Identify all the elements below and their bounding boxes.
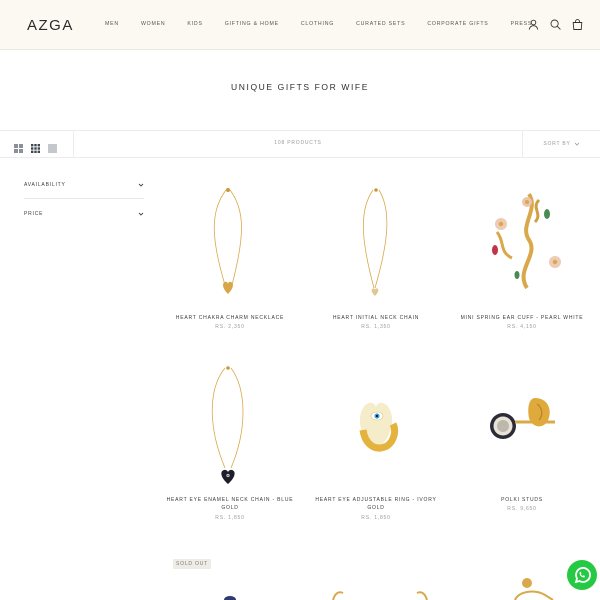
product-image[interactable] [311, 180, 441, 310]
filter-label: AVAILABILITY [24, 181, 66, 188]
nav-corporate-gifts[interactable]: CORPORATE GIFTS [427, 21, 488, 27]
nav-gifting-home[interactable]: GIFTING & HOME [225, 21, 279, 27]
site-header: AZGA MEN WOMEN KIDS GIFTING & HOME CLOTH… [0, 0, 600, 50]
product-price: RS. 1,350 [361, 324, 391, 330]
grid-3-view-icon[interactable] [31, 140, 40, 153]
product-image[interactable] [457, 360, 587, 490]
chevron-down-icon [574, 142, 579, 146]
product-image[interactable] [457, 180, 587, 310]
sort-by-button[interactable]: SORT BY [522, 131, 600, 157]
whatsapp-icon [574, 567, 591, 584]
product-name[interactable]: HEART EYE ADJUSTABLE RING - IVORY GOLD [311, 496, 441, 512]
product-price: RS. 1,850 [215, 515, 245, 521]
product-price: RS. 1,850 [361, 515, 391, 521]
grid-2-view-icon[interactable] [14, 140, 23, 153]
product-price: RS. 2,350 [215, 324, 245, 330]
whatsapp-chat-button[interactable] [567, 560, 597, 590]
nav-kids[interactable]: KIDS [187, 21, 202, 27]
product-image-partial[interactable] [325, 585, 435, 600]
nav-curated-sets[interactable]: CURATED SETS [356, 21, 405, 27]
account-icon[interactable] [527, 18, 540, 31]
chevron-down-icon [138, 183, 144, 187]
product-name[interactable]: HEART CHAKRA CHARM NECKLACE [165, 314, 295, 322]
filter-label: PRICE [24, 211, 44, 217]
product-price: RS. 9,650 [507, 506, 537, 512]
nav-women[interactable]: WOMEN [141, 21, 165, 27]
product-name[interactable]: HEART INITIAL NECK CHAIN [311, 314, 441, 322]
brand-logo[interactable]: AZGA [27, 17, 74, 34]
nav-clothing[interactable]: CLOTHING [301, 21, 334, 27]
sort-by-label: SORT BY [543, 141, 571, 147]
filter-price[interactable]: PRICE [24, 200, 144, 228]
sold-out-badge: SOLD OUT [173, 559, 211, 569]
product-name[interactable]: HEART EYE ENAMEL NECK CHAIN - BLUE GOLD [165, 496, 295, 512]
main-nav: MEN WOMEN KIDS GIFTING & HOME CLOTHING C… [105, 21, 532, 27]
chevron-down-icon [138, 212, 144, 216]
filter-availability[interactable]: AVAILABILITY [24, 171, 144, 199]
product-count: 108 PRODUCTS [274, 140, 322, 146]
product-price: RS. 4,150 [507, 324, 537, 330]
product-image[interactable] [165, 360, 295, 490]
product-name[interactable]: MINI SPRING EAR CUFF - PEARL WHITE [457, 314, 587, 322]
view-switcher [0, 131, 74, 157]
list-view-icon[interactable] [48, 140, 57, 153]
product-image-partial[interactable] [505, 575, 565, 600]
bag-icon[interactable] [571, 18, 584, 31]
collection-toolbar: 108 PRODUCTS SORT BY [0, 130, 600, 158]
product-name[interactable]: POLKI STUDS [457, 496, 587, 504]
header-actions [527, 18, 584, 31]
nav-men[interactable]: MEN [105, 21, 119, 27]
page-title: UNIQUE GIFTS FOR WIFE [231, 82, 369, 92]
product-image[interactable] [311, 360, 441, 490]
product-image[interactable] [165, 180, 295, 310]
search-icon[interactable] [549, 18, 562, 31]
product-image-partial[interactable] [210, 590, 250, 600]
